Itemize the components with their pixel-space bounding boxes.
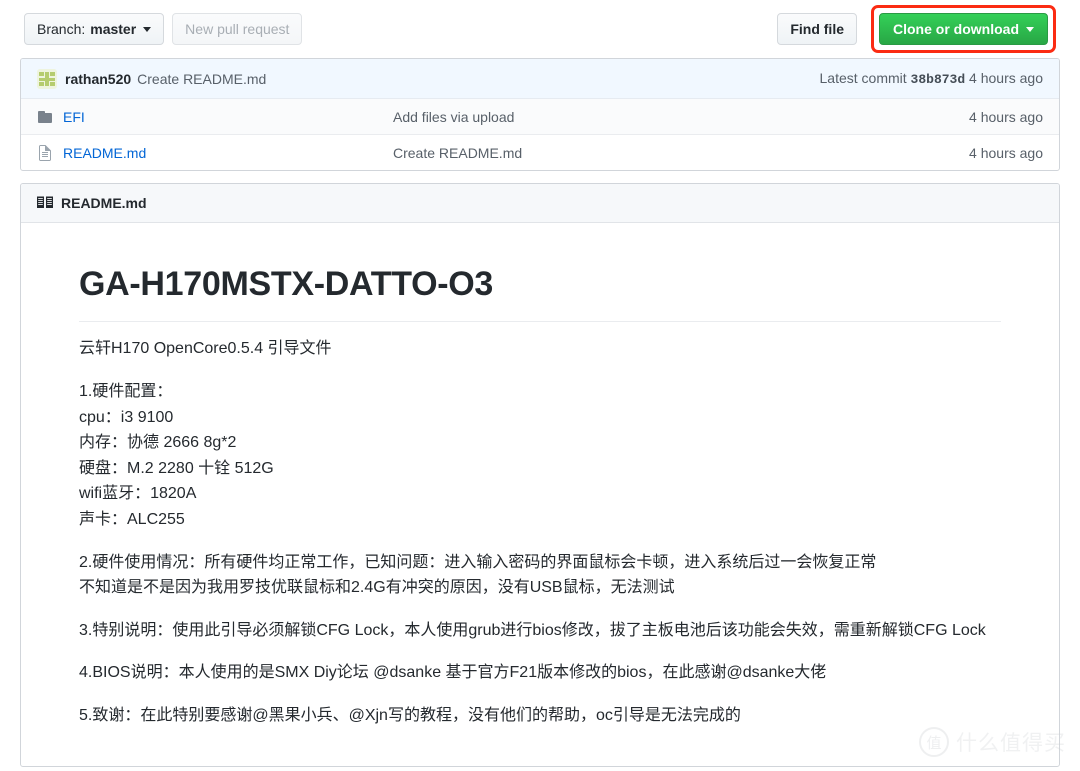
toolbar-left-group: Branch: master New pull request <box>24 13 303 45</box>
hardware-spec-block: 1.硬件配置： cpu：i3 9100 内存：协德 2666 8g*2 硬盘：M… <box>79 379 1001 533</box>
clone-or-download-label: Clone or download <box>893 21 1019 37</box>
branch-prefix-label: Branch: <box>37 21 86 37</box>
commit-author-link[interactable]: rathan520 <box>65 71 131 87</box>
table-row[interactable]: EFI Add files via upload 4 hours ago <box>21 99 1059 135</box>
toolbar-right-group: Find file Clone or download <box>777 5 1056 53</box>
section2-line1: 2.硬件使用情况：所有硬件均正常工作，已知问题：进入输入密码的界面鼠标会卡顿，进… <box>79 553 877 571</box>
section4: 4.BIOS说明：本人使用的是SMX Diy论坛 @dsanke 基于官方F21… <box>79 664 827 682</box>
avatar <box>37 68 57 89</box>
section5: 5.致谢：在此特别要感谢@黑果小兵、@Xjn写的教程，没有他们的帮助，oc引导是… <box>79 706 741 724</box>
spec-cpu: cpu：i3 9100 <box>79 408 174 426</box>
file-name-link[interactable]: EFI <box>63 109 393 125</box>
section1-title: 1.硬件配置： <box>79 382 173 400</box>
readme-box: README.md GA-H170MSTX-DATTO-O3 云轩H170 Op… <box>20 183 1060 767</box>
commit-age: 4 hours ago <box>969 70 1043 86</box>
section3: 3.特别说明：使用此引导必须解锁CFG Lock，本人使用grub进行bios修… <box>79 621 986 639</box>
spec-audio: 声卡：ALC255 <box>79 510 185 528</box>
latest-commit-label: Latest commit <box>819 70 907 86</box>
section2-line2: 不知道是不是因为我用罗技优联鼠标和2.4G有冲突的原因，没有USB鼠标，无法测试 <box>79 579 675 597</box>
latest-commit-meta: Latest commit 38b873d 4 hours ago <box>820 70 1043 87</box>
file-commit-message[interactable]: Create README.md <box>393 145 969 161</box>
file-listing-box: rathan520 Create README.md Latest commit… <box>20 58 1060 171</box>
readme-header-title: README.md <box>61 195 147 211</box>
file-age: 4 hours ago <box>969 144 1043 161</box>
chevron-down-icon <box>143 26 152 32</box>
spec-wifi: wifi蓝牙：1820A <box>79 485 197 503</box>
commit-sha-link[interactable]: 38b873d <box>911 72 966 87</box>
file-commit-message[interactable]: Add files via upload <box>393 109 969 125</box>
page-title: GA-H170MSTX-DATTO-O3 <box>79 257 1001 323</box>
readme-intro: 云轩H170 OpenCore0.5.4 引导文件 <box>79 340 332 358</box>
readme-header: README.md <box>21 184 1059 223</box>
latest-commit-bar: rathan520 Create README.md Latest commit… <box>21 59 1059 99</box>
chevron-down-icon <box>1026 26 1034 32</box>
section2-block: 2.硬件使用情况：所有硬件均正常工作，已知问题：进入输入密码的界面鼠标会卡顿，进… <box>79 550 1001 601</box>
table-row[interactable]: README.md Create README.md 4 hours ago <box>21 135 1059 170</box>
spec-memory: 内存：协德 2666 8g*2 <box>79 434 237 452</box>
new-pull-request-button[interactable]: New pull request <box>172 13 303 45</box>
clone-or-download-button[interactable]: Clone or download <box>879 13 1048 45</box>
repo-actions-toolbar: Branch: master New pull request Find fil… <box>0 0 1080 53</box>
branch-selector-button[interactable]: Branch: master <box>24 13 165 45</box>
file-icon <box>37 144 53 161</box>
branch-name-label: master <box>90 21 137 37</box>
find-file-button[interactable]: Find file <box>777 13 857 45</box>
readme-content: GA-H170MSTX-DATTO-O3 云轩H170 OpenCore0.5.… <box>21 223 1059 766</box>
file-name-link[interactable]: README.md <box>63 145 393 161</box>
commit-message-link[interactable]: Create README.md <box>137 71 266 87</box>
spec-disk: 硬盘：M.2 2280 十铨 512G <box>79 459 274 477</box>
file-age: 4 hours ago <box>969 108 1043 125</box>
clone-button-annotation-highlight: Clone or download <box>871 5 1056 53</box>
folder-icon <box>37 109 53 125</box>
book-icon <box>37 194 53 213</box>
